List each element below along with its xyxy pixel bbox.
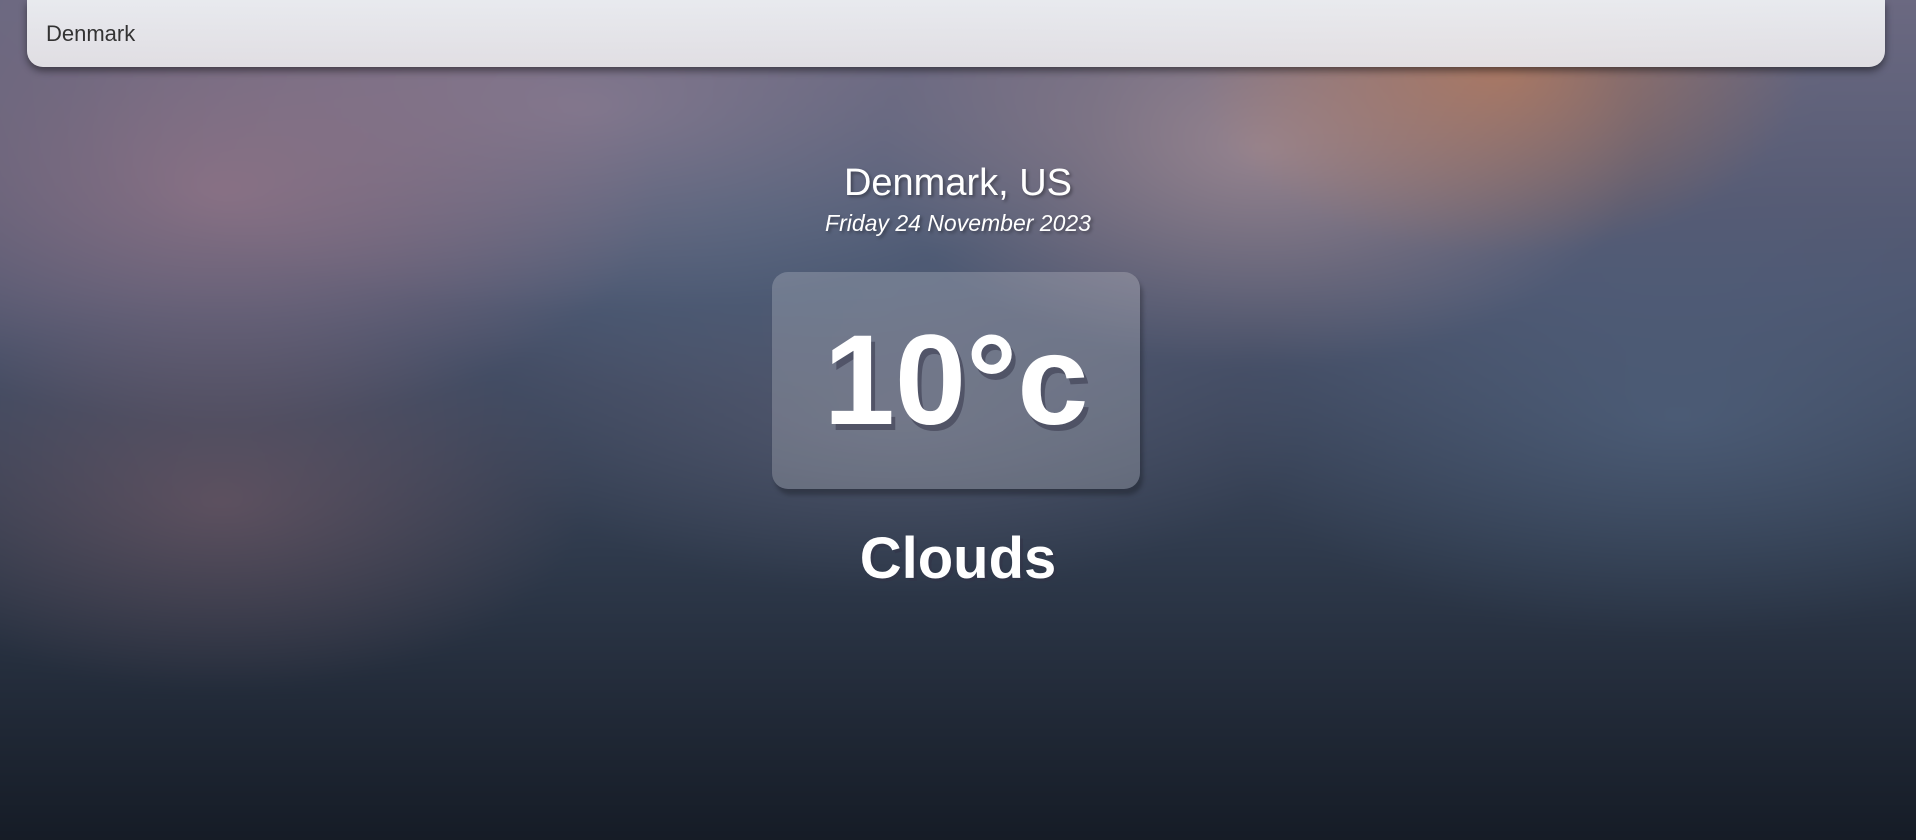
weather-condition: Clouds — [859, 526, 1057, 591]
temperature-box: 10°c — [772, 272, 1140, 489]
location-name: Denmark, US — [843, 162, 1073, 204]
location-box: Denmark, US Friday 24 November 2023 — [0, 158, 1916, 238]
weather-app: Denmark, US Friday 24 November 2023 10°c… — [0, 0, 1916, 840]
search-input[interactable] — [27, 0, 1885, 67]
current-date: Friday 24 November 2023 — [825, 210, 1091, 236]
temperature-value: 10°c — [823, 309, 1089, 452]
